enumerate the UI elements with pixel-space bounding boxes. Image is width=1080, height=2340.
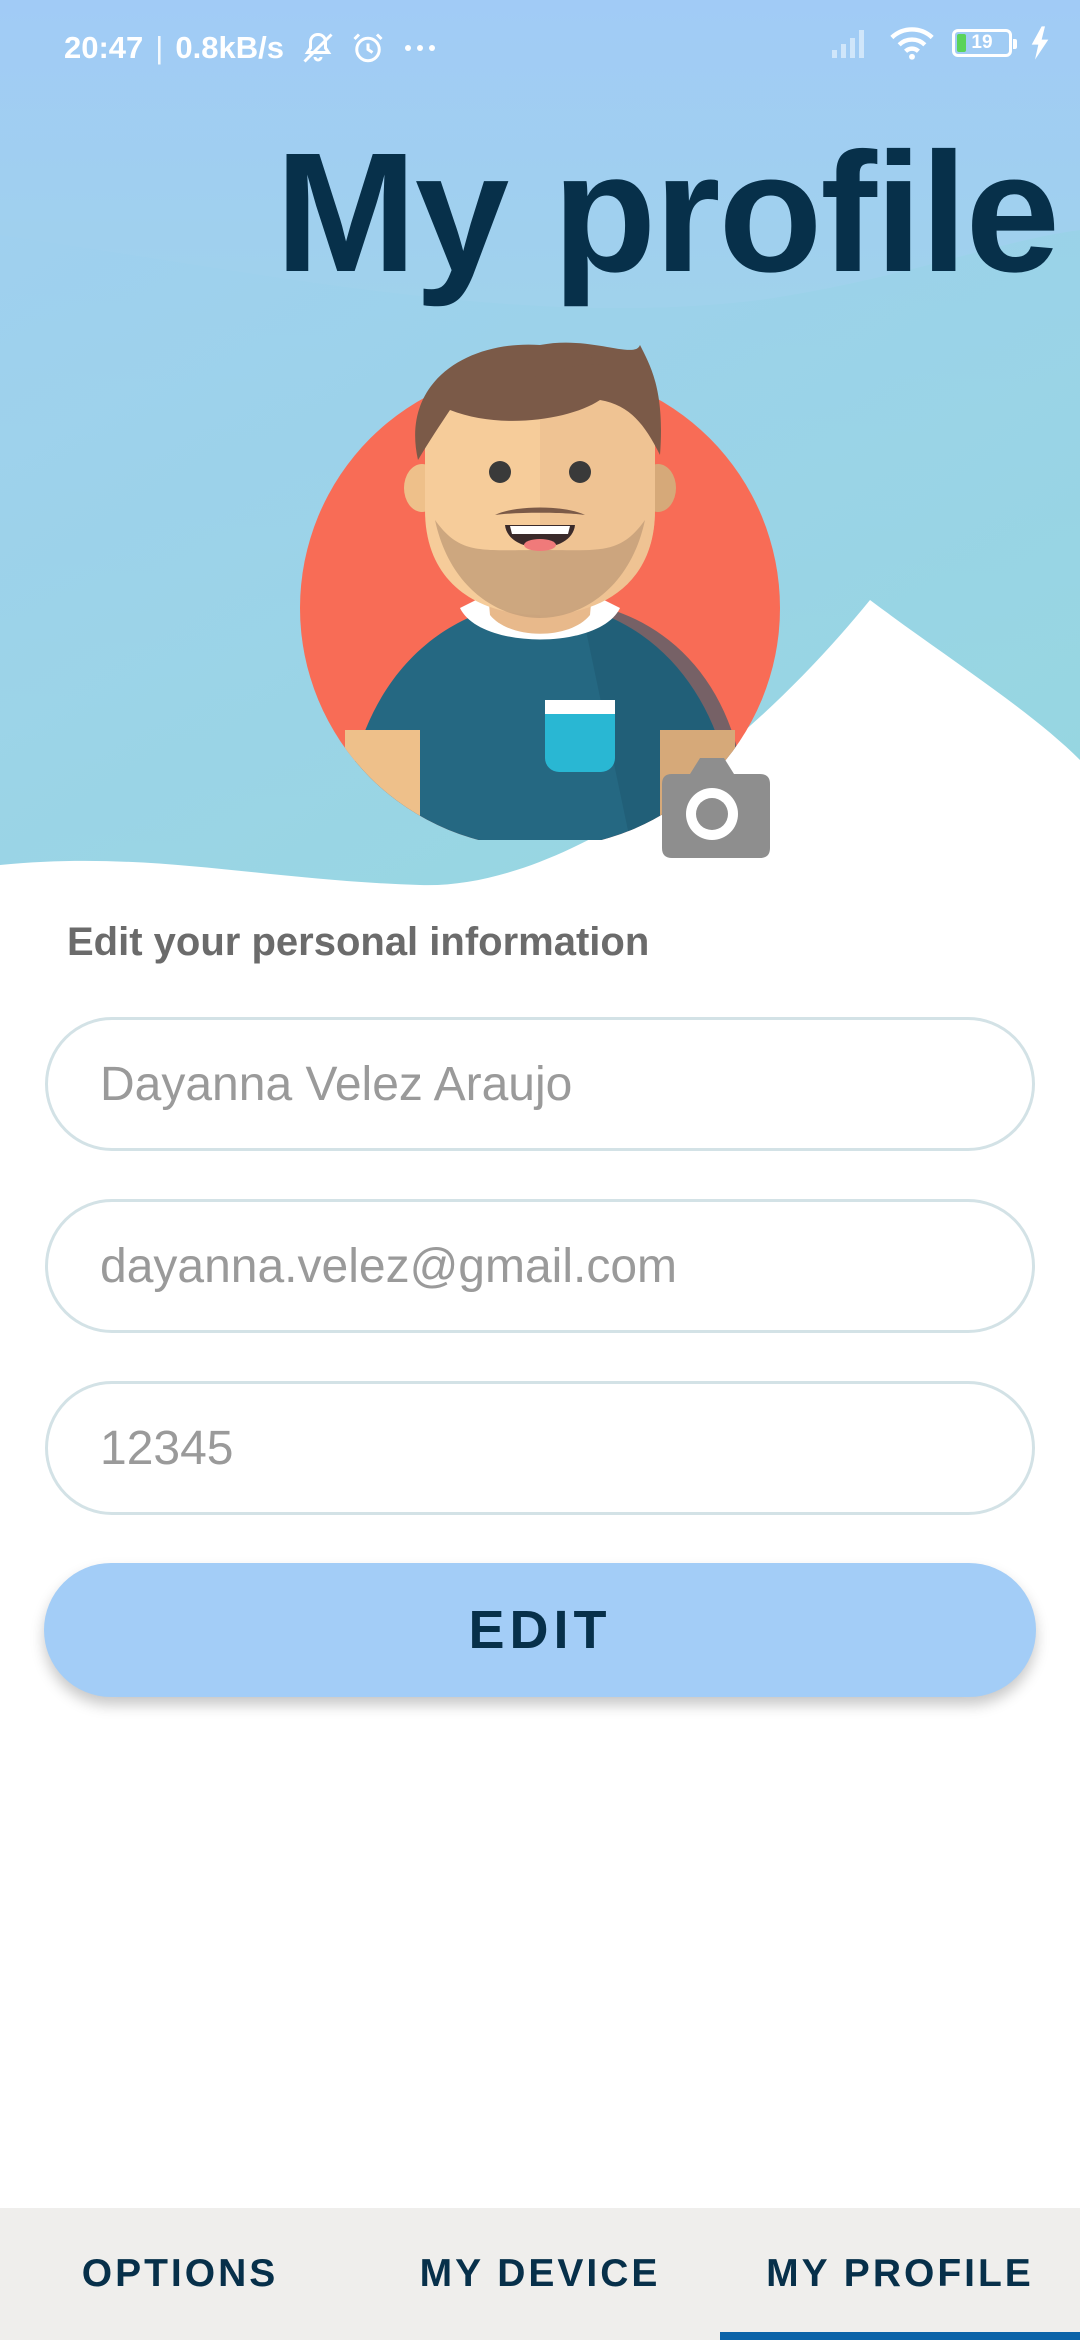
alarm-icon [353, 33, 383, 63]
tab-options[interactable]: OPTIONS [0, 2208, 360, 2340]
email-input[interactable] [100, 1202, 980, 1330]
name-field[interactable] [45, 1017, 1035, 1151]
section-label: Edit your personal information [67, 920, 650, 964]
email-field[interactable] [45, 1199, 1035, 1333]
more-icon [404, 45, 435, 51]
status-time: 20:47 [64, 30, 144, 65]
bottom-navigation: OPTIONS MY DEVICE MY PROFILE [0, 2208, 1080, 2340]
password-input[interactable] [100, 1384, 980, 1512]
password-field[interactable] [45, 1381, 1035, 1515]
status-separator: | [155, 30, 164, 65]
tab-my-device-label: MY DEVICE [419, 2252, 661, 2295]
camera-icon[interactable] [652, 752, 772, 862]
page-title: My profile [275, 118, 1060, 308]
network-speed: 0.8kB/s [175, 30, 284, 65]
charging-icon [1031, 26, 1049, 60]
name-input[interactable] [100, 1020, 980, 1148]
profile-header: 20:47 | 0.8kB/s 19 My profile [0, 0, 1080, 900]
status-bar: 20:47 | 0.8kB/s 19 [0, 0, 1080, 100]
wifi-icon [890, 27, 934, 60]
signal-icon [832, 30, 864, 58]
battery-level: 19 [971, 32, 993, 53]
tab-options-label: OPTIONS [81, 2252, 279, 2295]
bell-off-icon [303, 32, 333, 63]
active-tab-indicator [720, 2332, 1080, 2340]
battery-icon: 19 [952, 29, 1017, 57]
tab-my-profile[interactable]: MY PROFILE [720, 2208, 1080, 2340]
edit-button[interactable]: EDIT [44, 1563, 1036, 1697]
tab-my-profile-label: MY PROFILE [766, 2252, 1034, 2295]
tab-my-device[interactable]: MY DEVICE [360, 2208, 720, 2340]
